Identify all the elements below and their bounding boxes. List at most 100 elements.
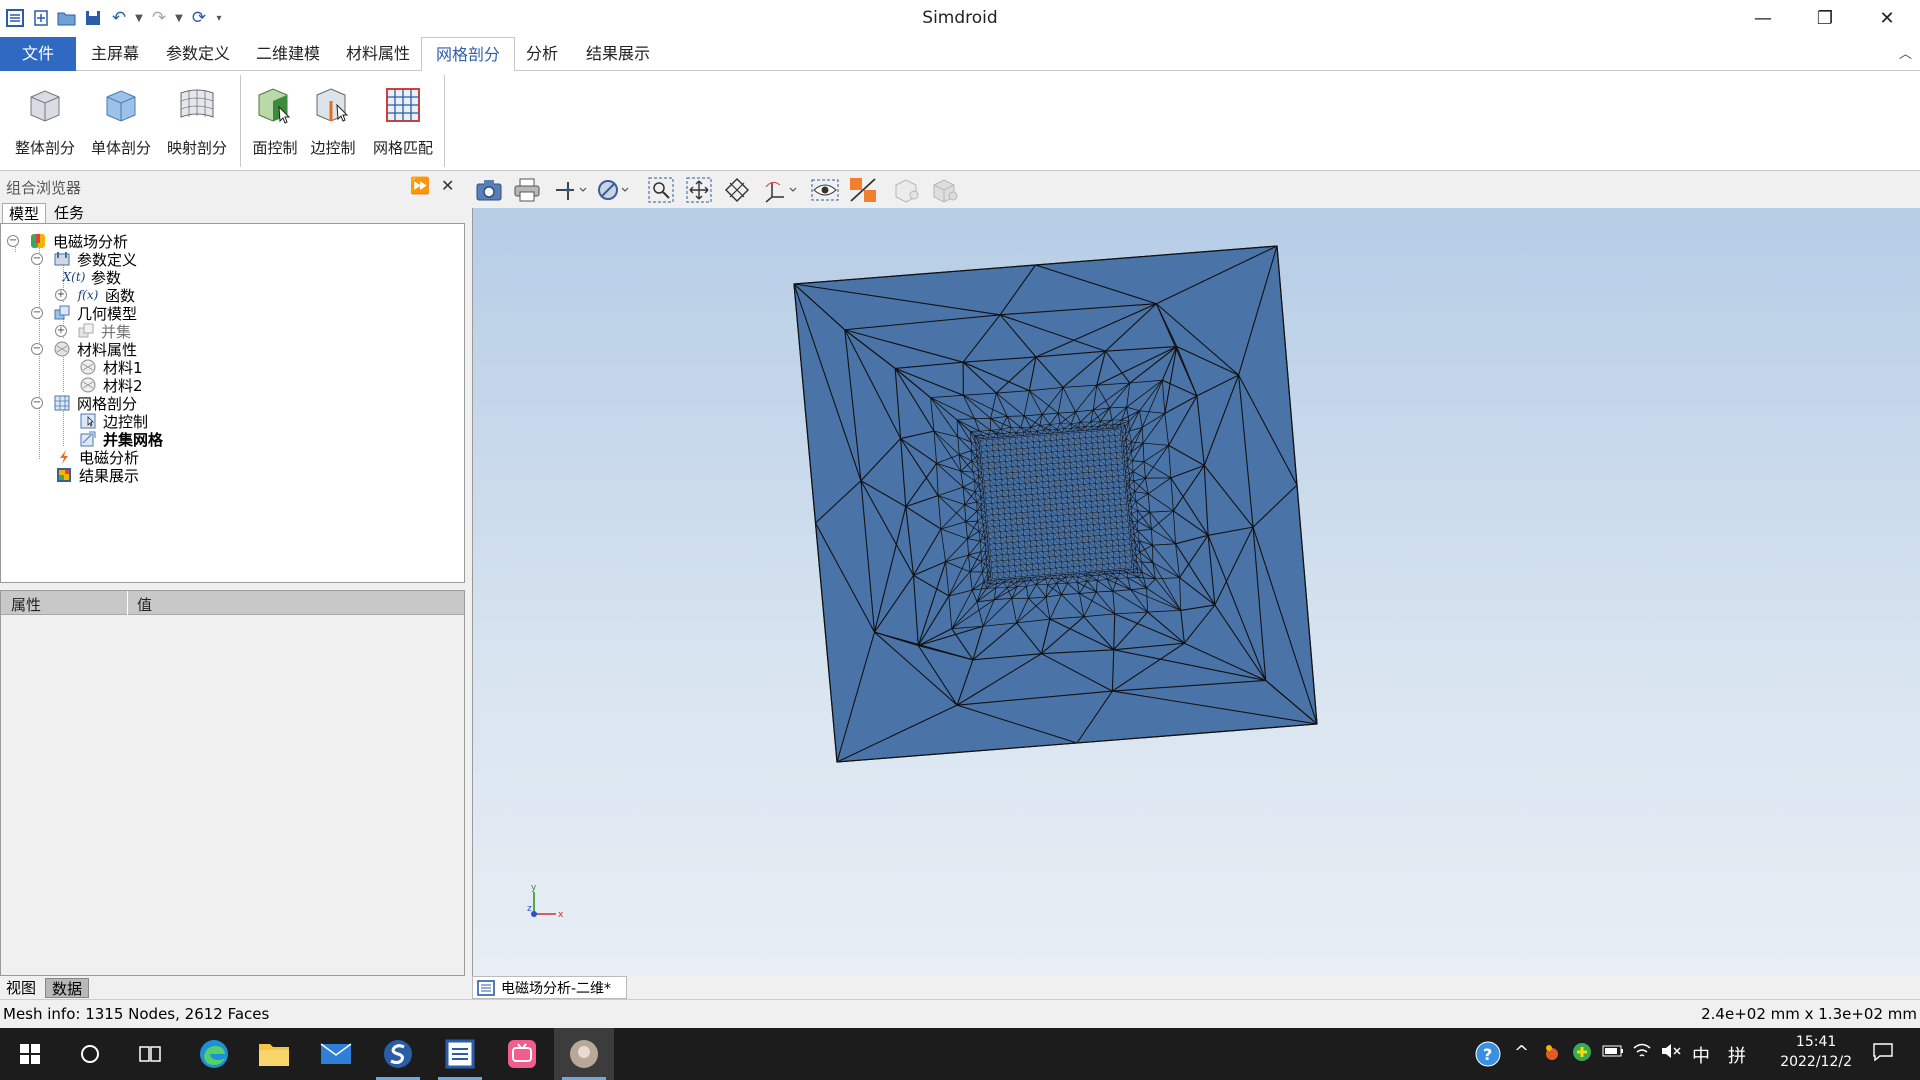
search-circle-icon [81,1045,99,1063]
minimize-button[interactable]: — [1732,0,1794,37]
bilibili-icon [508,1040,536,1068]
fit-all-icon [725,178,749,202]
volume-muted-icon[interactable] [1660,1042,1682,1065]
tab-results[interactable]: 结果展示 [572,37,664,71]
tab-material-properties[interactable]: 材料属性 [332,37,424,71]
edge-browser-icon [200,1040,228,1068]
edge-control-button[interactable]: 边控制 [296,77,370,167]
system-clock[interactable]: 15:41 2022/12/2 [1780,1032,1852,1072]
taskbar-edge[interactable] [184,1028,244,1080]
tab-analysis[interactable]: 分析 [512,37,572,71]
ime-mode-indicator[interactable]: 拼 [1728,1042,1746,1068]
battery-icon[interactable] [1602,1042,1624,1063]
collapse-ribbon-icon[interactable]: ︿ [1899,43,1912,62]
tree-item-result-display[interactable]: 结果展示 [55,464,139,486]
expand-icon[interactable]: + [55,325,67,337]
collapse-icon[interactable]: − [31,307,43,319]
rotate-axes-icon [765,181,797,203]
document-tab[interactable]: 电磁场分析-二维* [472,976,627,999]
collapse-icon[interactable]: − [31,343,43,355]
rotate-axes-button[interactable] [760,176,800,204]
tree-label: 结果展示 [79,466,140,485]
start-button[interactable] [0,1028,60,1080]
zoom-box-icon [648,177,674,203]
taskbar-mail[interactable] [306,1028,366,1080]
tab-model[interactable]: 模型 [2,203,47,224]
show-hidden-icons-icon[interactable]: ^ [1514,1042,1529,1063]
tab-home[interactable]: 主屏幕 [77,37,153,71]
network-icon[interactable] [1632,1042,1652,1065]
no-display-icon [598,180,629,200]
global-mesh-button[interactable]: 整体剖分 [8,77,82,167]
axis-options-button[interactable] [550,176,590,204]
taskbar-bilibili[interactable] [492,1028,552,1080]
tray-green-plus-icon[interactable] [1572,1042,1592,1067]
material-view-button[interactable] [930,176,960,204]
collapse-icon[interactable]: − [31,253,43,265]
fit-all-button[interactable] [722,176,752,204]
section-button[interactable] [848,176,878,204]
tab-file[interactable]: 文件 [0,37,76,71]
property-column-header[interactable]: 属性 [11,594,41,615]
mapped-mesh-button[interactable]: 映射剖分 [160,77,234,167]
title-bar: ↶ ▼ ↷ ▼ ⟳ ▾ Simdroid — ❐ ✕ [0,0,1920,37]
eye-icon [811,179,839,201]
tab-view[interactable]: 视图 [0,978,42,998]
view-toolbar [470,171,1920,208]
axis-icon [556,182,587,200]
axis-z-label: z [527,904,532,914]
taskbar-file-explorer[interactable] [244,1028,304,1080]
tab-meshing[interactable]: 网格剖分 [421,37,516,72]
axis-y-label: y [531,884,537,893]
tab-2d-modeling[interactable]: 二维建模 [242,37,334,71]
taskbar-simdroid[interactable] [430,1028,490,1080]
expand-icon[interactable]: + [55,289,67,301]
pan-icon [686,177,712,203]
3d-viewport[interactable]: y x z [472,208,1920,976]
ribbon-separator [444,75,445,167]
mesh-edge [1151,545,1154,563]
value-column-header[interactable]: 值 [137,594,152,615]
ime-language-indicator[interactable]: 中 [1692,1042,1710,1068]
display-style-button[interactable] [594,176,634,204]
search-button[interactable] [60,1028,120,1080]
tray-app-icon[interactable] [1542,1042,1562,1067]
tab-data[interactable]: 数据 [45,978,90,998]
screenshot-button[interactable] [474,176,504,204]
edge-control-label: 边控制 [310,139,356,157]
mesh-canvas[interactable] [473,208,1920,976]
close-button[interactable]: ✕ [1856,0,1918,37]
pan-button[interactable] [684,176,714,204]
tab-task[interactable]: 任务 [48,203,90,224]
blue-cube-icon [106,90,136,122]
mesh-icon [53,394,71,412]
mesh-match-label: 网格匹配 [372,139,433,157]
restore-button[interactable]: ❐ [1794,0,1856,37]
taskbar-app-s[interactable] [368,1028,428,1080]
light-cube-icon [895,179,919,203]
notification-icon[interactable] [1872,1042,1894,1067]
float-panel-icon[interactable]: ⏩ [410,176,430,195]
light-button[interactable] [892,176,922,204]
mesh-grid-icon [386,88,420,122]
panel-bottom-tabs: 视图 数据 [0,977,465,999]
axis-x-label: x [558,910,564,920]
print-button[interactable] [512,176,542,204]
collapse-icon[interactable]: − [7,235,19,247]
mesh-match-button[interactable]: 网格匹配 [366,77,440,167]
collapse-icon[interactable]: − [31,397,43,409]
taskbar-media-app[interactable] [554,1028,614,1080]
task-view-button[interactable] [120,1028,180,1080]
visibility-button[interactable] [810,176,840,204]
close-panel-icon[interactable]: ✕ [441,176,454,195]
mapped-mesh-label: 映射剖分 [166,139,227,157]
material-icon [53,340,71,358]
camera-icon [476,180,502,201]
single-body-mesh-button[interactable]: 单体剖分 [84,77,158,167]
zoom-window-button[interactable] [646,176,676,204]
printer-icon [514,178,540,202]
help-icon[interactable]: ? [1474,1040,1502,1073]
tab-parameter-definition[interactable]: 参数定义 [152,37,244,71]
window-title: Simdroid [922,8,998,28]
result-display-icon [55,466,73,484]
